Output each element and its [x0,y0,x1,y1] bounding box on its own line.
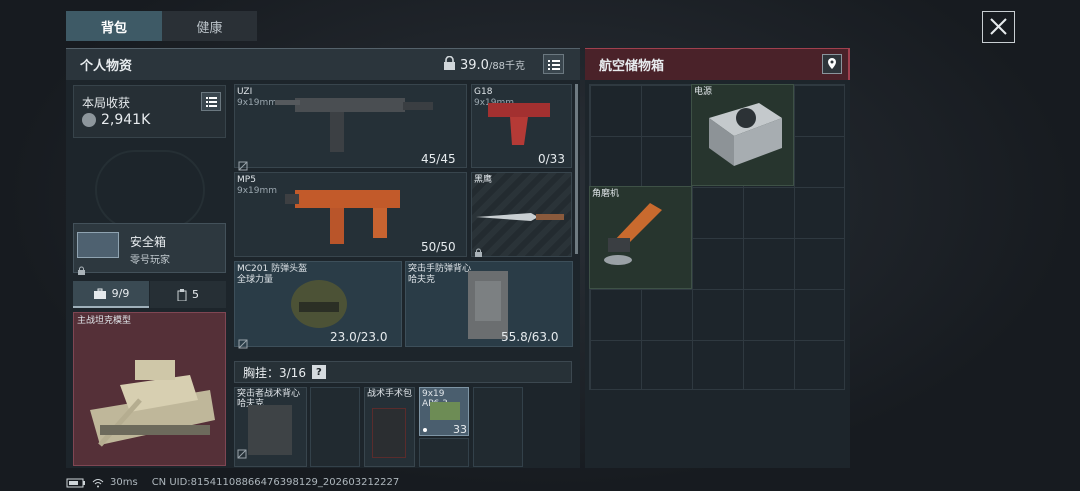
helmet-sub: 全球力量 [237,275,274,285]
safe-box-subtitle: 零号玩家 [130,255,170,266]
list-icon [548,60,560,70]
earnings-list-button[interactable] [201,92,221,111]
mp5-caliber: 9x19mm [237,186,278,196]
vest-sub: 哈夫克 [408,275,436,285]
mp5-ammo: 50/50 [421,240,456,254]
tab-backpack[interactable]: 背包 [66,11,162,41]
uzi-image [275,88,435,167]
rig-label: 胸挂：3/16 [243,365,306,380]
vest-durability: 55.8/63.0 [501,330,559,344]
tank-label: 主战坦克模型 [77,316,132,326]
g18-image [480,95,560,154]
tank-image [80,330,220,464]
vest-name: 突击手防弹背心 [408,264,472,274]
psu-image [704,98,784,172]
grinder-image [600,198,670,277]
mp5-name: MP5 [237,175,256,185]
coin-icon [82,113,96,127]
uzi-caliber: 9x19mm [237,98,278,108]
emblem-watermark [95,150,205,230]
mp5-image [285,180,415,256]
briefcase-icon [93,288,106,299]
storage-header: 航空储物箱 [585,48,850,80]
subtab-rig-label: 5 [192,288,199,301]
sort-button[interactable] [543,54,564,74]
uzi-ammo: 45/45 [421,152,456,166]
ammo-count: 33 [453,423,467,436]
weight-readout: 39.0/88千克 [460,57,525,73]
ammo-name: 9x19 [422,389,445,399]
weight-value: 39.0 [460,58,489,73]
helmet-durability: 23.0/23.0 [330,330,388,344]
pin-icon [828,58,836,69]
close-button[interactable] [982,11,1015,43]
rig-slot-empty[interactable] [310,387,360,467]
close-icon [990,18,1007,35]
battery-icon [66,478,85,487]
dot-icon [423,428,427,432]
rig-header: 胸挂：3/16 ? [234,361,572,383]
rig-vest-name: 突击者战术背心 [237,389,301,399]
safe-box-title: 安全箱 [130,235,167,249]
earnings-label: 本局收获 [82,96,131,110]
knife-image [476,208,566,227]
location-button[interactable] [822,54,842,74]
ping-text: 30ms [110,477,138,488]
storage-title: 航空储物箱 [599,59,665,74]
subtab-backpack-label: 9/9 [111,287,130,300]
rig-slot-empty[interactable] [473,387,523,467]
rig-vest-image [248,405,292,455]
subtab-rig[interactable]: 5 [150,281,226,308]
help-icon[interactable]: ? [311,365,326,379]
tab-health-label: 健康 [196,20,223,36]
lock-icon [443,55,456,75]
psu-name: 电源 [694,87,713,97]
uzi-name: UZI [237,87,253,97]
knife-name: 黑鹰 [474,175,493,185]
personal-title: 个人物资 [80,59,133,74]
scrollbar[interactable] [575,84,578,254]
safe-box-image [77,232,119,258]
medkit-image [372,408,406,458]
uid-text: CN UID:815411088664763981​29_20260321222… [151,477,400,488]
list-icon [206,97,217,107]
status-bar: 30ms CN UID:815411088664763981​29_202603… [66,477,399,488]
ammo-image [430,402,460,420]
lock-icon [77,261,86,280]
tab-health[interactable]: 健康 [162,11,257,41]
lock-icon [474,243,483,262]
subtab-backpack[interactable]: 9/9 [73,281,149,308]
rig-slot-empty[interactable] [419,438,469,467]
no-insure-icon [237,444,247,463]
clipboard-icon [177,288,187,301]
medkit-name: 战术手术包 [367,389,413,399]
weight-max: /88千克 [488,61,526,72]
earnings-value: 2,941K [101,112,151,128]
tab-backpack-label: 背包 [100,20,127,36]
g18-ammo: 0/33 [538,152,565,166]
wifi-icon [92,478,104,487]
no-insure-icon [238,334,248,353]
